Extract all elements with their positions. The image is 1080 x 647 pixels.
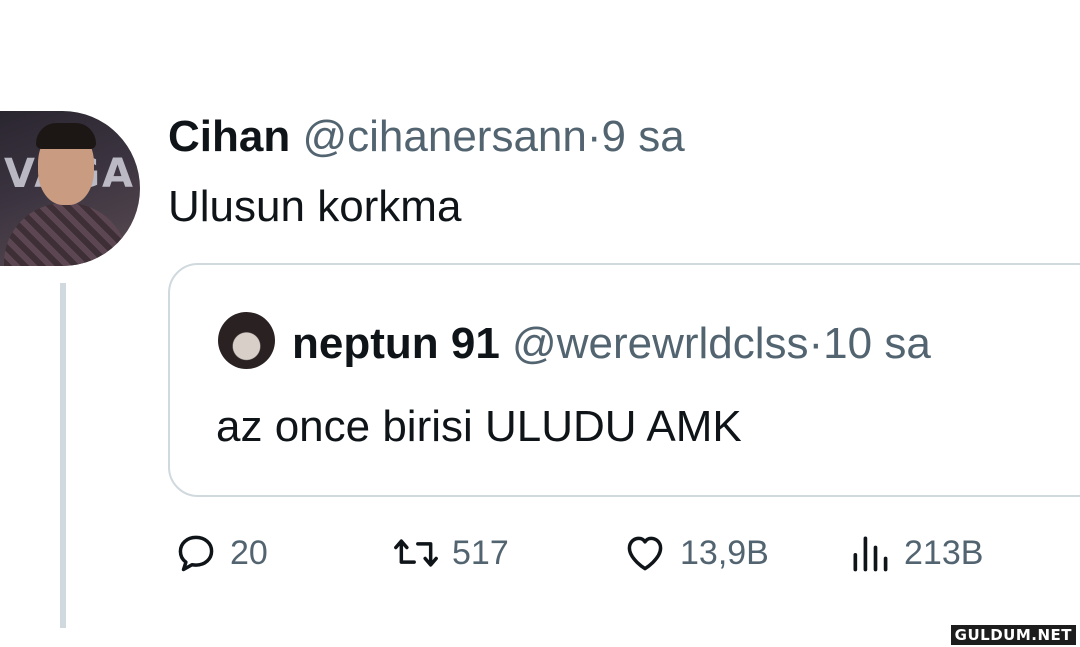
- quoted-separator-dot: ·: [808, 319, 824, 368]
- thread-line: [60, 283, 66, 628]
- retweet-button[interactable]: 517: [392, 528, 509, 578]
- heart-icon: [627, 536, 663, 571]
- quoted-tweet-text: az once birisi ULUDU AMK: [216, 402, 742, 451]
- author-handle[interactable]: @cihanersann: [302, 112, 586, 161]
- quoted-tweet-time: 10 sa: [823, 319, 931, 368]
- site-watermark: GULDUM.NET: [950, 625, 1076, 645]
- reply-icon: [178, 535, 214, 572]
- author-name[interactable]: Cihan: [168, 112, 290, 161]
- retweet-icon: [394, 539, 438, 567]
- separator-dot: ·: [586, 112, 602, 161]
- quoted-tweet-card[interactable]: neptun 91 @werewrldclss·10 sa az once bi…: [168, 263, 1080, 497]
- tweet-time[interactable]: 9 sa: [602, 112, 685, 161]
- avatar-shirt: [4, 203, 128, 266]
- quoted-author-avatar[interactable]: [218, 312, 275, 369]
- views-icon: [853, 536, 888, 572]
- retweet-count: 517: [452, 534, 509, 572]
- tweet-header: Cihan @cihanersann·9 sa: [168, 108, 685, 166]
- avatar-hair: [36, 123, 96, 149]
- like-count: 13,9B: [680, 534, 769, 572]
- reply-count: 20: [230, 534, 268, 572]
- quoted-author-name: neptun 91: [292, 319, 500, 368]
- tweet-text: Ulusun korkma: [168, 182, 462, 231]
- reply-button[interactable]: 20: [174, 528, 268, 578]
- views-button[interactable]: 213B: [848, 528, 983, 578]
- quoted-author-handle: @werewrldclss: [512, 319, 809, 368]
- author-avatar[interactable]: VAGA: [0, 111, 140, 266]
- views-count: 213B: [904, 534, 984, 572]
- quoted-tweet-header: neptun 91 @werewrldclss·10 sa: [292, 315, 931, 373]
- like-button[interactable]: 13,9B: [622, 528, 769, 578]
